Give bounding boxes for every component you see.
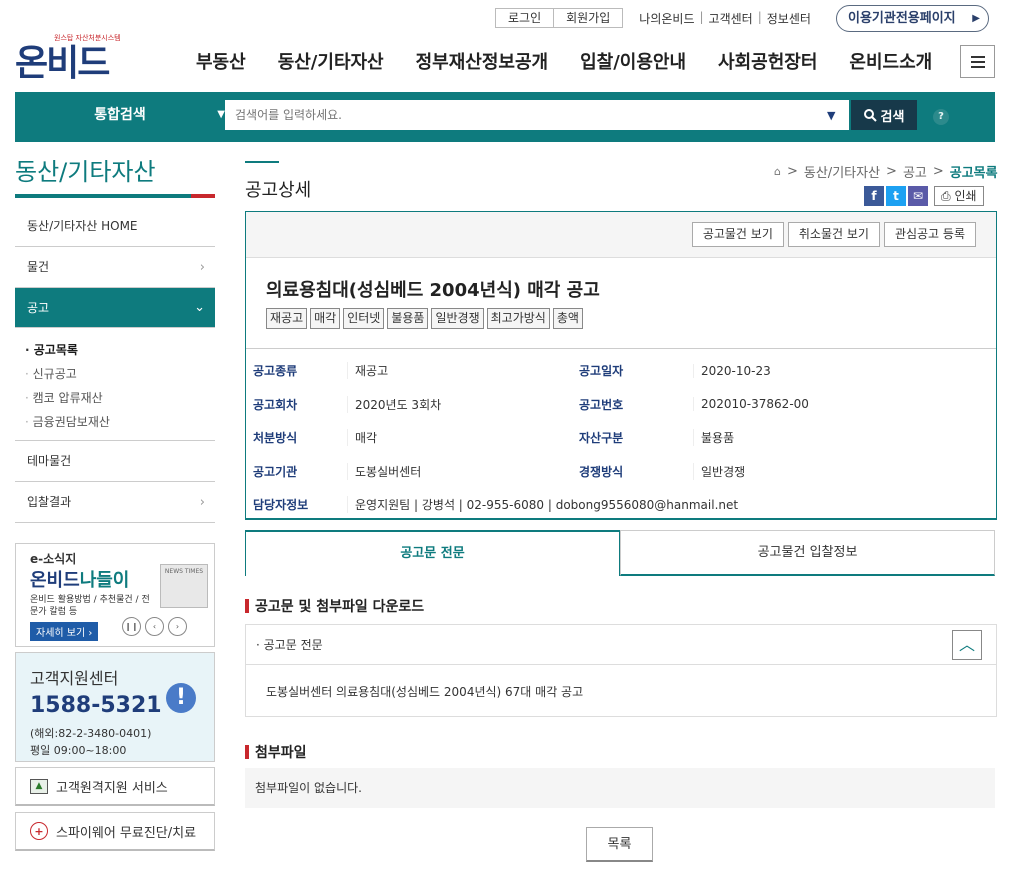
lnb-item-notice[interactable]: 공고 ⌄: [15, 288, 215, 328]
pause-icon[interactable]: ❙❙: [122, 617, 141, 636]
detail-tabs: 공고문 전문 공고물건 입찰정보: [245, 530, 995, 576]
title-decoration: [245, 161, 279, 163]
page-title: 공고상세: [245, 180, 312, 201]
prev-icon[interactable]: ‹: [145, 617, 164, 636]
print-button[interactable]: ⎙ 인쇄: [934, 186, 984, 206]
institution-page-button[interactable]: 이용기관전용페이지 ▶: [836, 5, 989, 32]
remote-support-icon: ▲: [30, 778, 48, 794]
tag: 총액: [552, 308, 583, 329]
nav-about[interactable]: 온비드소개: [849, 48, 932, 74]
lnb-sub-notice-list[interactable]: 공고목록: [25, 338, 215, 362]
section-title: 동산/기타자산: [15, 158, 156, 186]
tab-bid-info[interactable]: 공고물건 입찰정보: [620, 530, 995, 576]
login-button[interactable]: 로그인: [495, 8, 555, 28]
search-dropdown-icon[interactable]: ▼: [827, 109, 835, 122]
nav-bid-guide[interactable]: 입찰/이용안내: [580, 48, 686, 74]
download-section-heading: 공고문 및 첨부파일 다운로드: [245, 596, 424, 616]
view-canceled-button[interactable]: 취소물건 보기: [787, 222, 880, 247]
tag: 일반경쟁: [431, 308, 484, 329]
banner-controls: ❙❙ ‹ ›: [122, 617, 187, 636]
chevron-right-icon: ▶: [972, 13, 980, 24]
support-phone: 1588-5321: [30, 693, 162, 718]
remote-support-button[interactable]: ▲ 고객원격지원 서비스: [15, 767, 215, 806]
my-onbid-link[interactable]: 나의온비드: [639, 10, 694, 27]
lnb-item-home[interactable]: 동산/기타자산 HOME: [15, 206, 215, 247]
tag: 인터넷: [343, 308, 385, 329]
printer-icon: ⎙: [941, 189, 951, 203]
lnb-submenu: 공고목록 신규공고 캠코 압류재산 금융권담보재산: [15, 328, 215, 441]
attachment-empty-message: 첨부파일이 없습니다.: [245, 768, 995, 808]
lnb-sub-financial-collateral[interactable]: 금융권담보재산: [25, 410, 215, 434]
main-navigation: 부동산 동산/기타자산 정부재산정보공개 입찰/이용안내 사회공헌장터 온비드소…: [196, 48, 964, 74]
newsletter-banner[interactable]: e-소식지 온비드나들이 온비드 활용방법 / 추천물건 / 전문가 칼럼 등 …: [15, 543, 215, 647]
notice-detail: 공고물건 보기 취소물건 보기 관심공고 등록 의료용침대(성심베드 2004년…: [245, 211, 997, 520]
lnb-item-theme[interactable]: 테마물건: [15, 441, 215, 482]
search-bar: 통합검색 ▼ ▼ 검색 ?: [15, 92, 995, 142]
customer-center-link[interactable]: 고객센터: [709, 10, 753, 27]
tab-notice-full[interactable]: 공고문 전문: [245, 530, 620, 576]
chevron-up-icon[interactable]: ︿: [952, 630, 982, 660]
menu-icon[interactable]: [960, 45, 995, 78]
chevron-right-icon: ›: [199, 260, 205, 275]
search-help-icon[interactable]: ?: [933, 109, 949, 125]
utility-bar: 로그인 회원가입 나의온비드 | 고객센터 | 정보센터: [495, 8, 811, 28]
breadcrumb: ⌂ > 동산/기타자산 > 공고 > 공고목록: [774, 162, 998, 181]
left-navigation: 동산/기타자산 HOME 물건› 공고⌄ 공고목록 신규공고 캠코 압류재산 금…: [15, 206, 215, 523]
accordion-header[interactable]: · 공고문 전문 ︿: [246, 625, 996, 665]
lnb-item-result[interactable]: 입찰결과 ›: [15, 482, 215, 523]
notice-info-table: 공고종류 재공고 공고일자 2020-10-23 공고회차 2020년도 3회차…: [246, 348, 996, 522]
add-favorite-button[interactable]: 관심공고 등록: [883, 222, 976, 247]
tag: 최고가방식: [486, 308, 550, 329]
chevron-down-icon: ⌄: [194, 300, 205, 315]
breadcrumb-current: 공고목록: [949, 166, 998, 181]
facebook-icon[interactable]: f: [864, 186, 884, 206]
tag: 매각: [310, 308, 341, 329]
more-button[interactable]: 자세히 보기 ›: [30, 622, 99, 641]
lnb-sub-kamco-seized[interactable]: 캠코 압류재산: [25, 386, 215, 410]
shield-icon: +: [30, 822, 48, 840]
onbid-logo[interactable]: 원스탑 자산처분시스템 온비드: [15, 30, 121, 86]
newspaper-image: NEWS TIMES: [160, 564, 208, 608]
nav-real-estate[interactable]: 부동산: [196, 48, 246, 74]
search-button[interactable]: 검색: [851, 100, 917, 130]
customer-support-banner: 고객지원센터 1588-5321 (해외:82-2-3480-0401) 평일 …: [15, 652, 215, 762]
join-button[interactable]: 회원가입: [554, 8, 624, 28]
home-icon[interactable]: ⌂: [774, 165, 781, 178]
tag: 불용품: [387, 308, 429, 329]
lnb-sub-new-notice[interactable]: 신규공고: [25, 362, 215, 386]
notice-tags: 재공고 매각 인터넷 불용품 일반경쟁 최고가방식 총액: [266, 308, 583, 329]
list-button[interactable]: 목록: [586, 827, 653, 862]
info-center-link[interactable]: 정보센터: [767, 10, 811, 27]
twitter-icon[interactable]: t: [886, 186, 906, 206]
spyware-scan-button[interactable]: + 스파이웨어 무료진단/치료: [15, 812, 215, 851]
accordion-body: 도봉실버센터 의료용침대(성심베드 2004년식) 67대 매각 공고: [266, 685, 584, 699]
notice-accordion: · 공고문 전문 ︿ 도봉실버센터 의료용침대(성심베드 2004년식) 67대…: [245, 624, 997, 717]
utility-links: 나의온비드 | 고객센터 | 정보센터: [639, 9, 811, 27]
nav-movable-assets[interactable]: 동산/기타자산: [278, 48, 384, 74]
nav-gov-property[interactable]: 정부재산정보공개: [416, 48, 548, 74]
mail-icon[interactable]: ✉: [908, 186, 928, 206]
section-title-underline: [15, 194, 215, 198]
next-icon[interactable]: ›: [168, 617, 187, 636]
tag: 재공고: [266, 308, 308, 329]
share-tools: f t ✉ ⎙ 인쇄: [864, 186, 984, 206]
exclamation-icon: !: [166, 683, 196, 713]
breadcrumb-movable[interactable]: 동산/기타자산: [804, 162, 880, 181]
search-icon: [863, 108, 877, 122]
search-category-select[interactable]: 통합검색 ▼: [15, 92, 225, 138]
notice-title: 의료용침대(성심베드 2004년식) 매각 공고: [266, 280, 600, 301]
dropdown-arrow-icon: ▼: [217, 109, 225, 120]
logo-subtitle: 원스탑 자산처분시스템: [54, 34, 121, 42]
breadcrumb-notice[interactable]: 공고: [903, 162, 927, 181]
nav-social-market[interactable]: 사회공헌장터: [718, 48, 817, 74]
search-input[interactable]: [225, 100, 849, 130]
lnb-item-goods[interactable]: 물건 ›: [15, 247, 215, 288]
view-items-button[interactable]: 공고물건 보기: [691, 222, 784, 247]
chevron-right-icon: ›: [199, 495, 205, 510]
attachment-section-heading: 첨부파일: [245, 742, 307, 762]
